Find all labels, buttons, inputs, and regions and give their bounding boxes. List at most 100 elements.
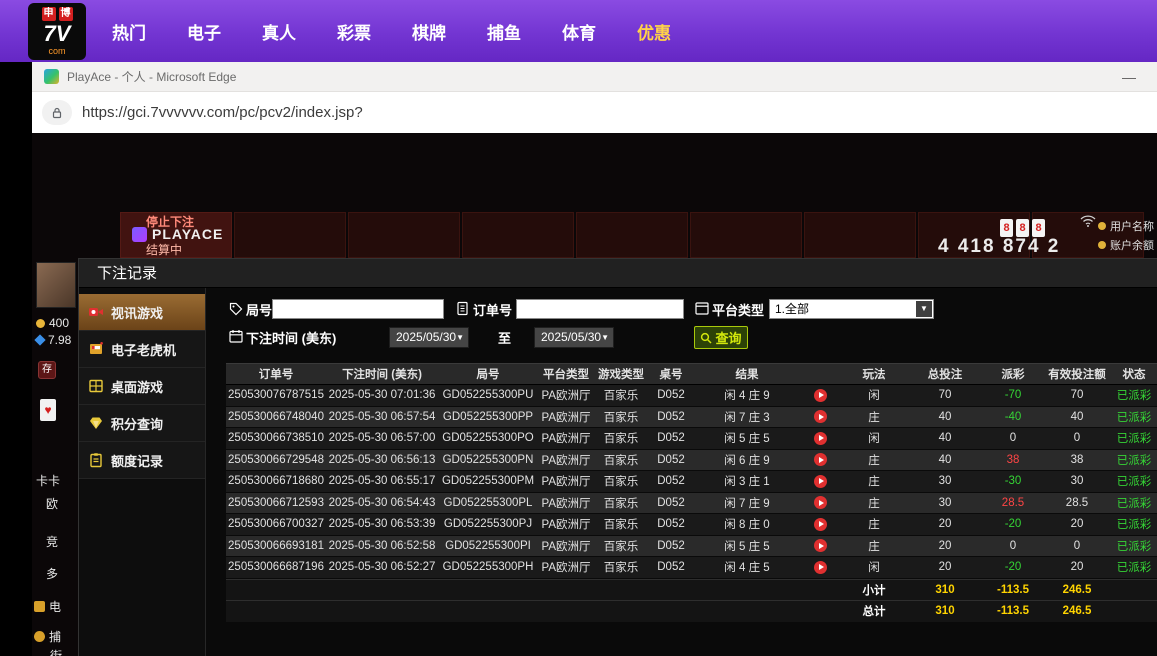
url-text[interactable]: https://gci.7vvvvvv.com/pc/pcv2/index.js…	[82, 104, 363, 121]
table-tile	[804, 212, 916, 258]
total-total-bet: 310	[908, 605, 982, 617]
site-logo[interactable]: 申 博 7V com	[28, 3, 86, 60]
deposit-icon: 存	[38, 361, 56, 379]
cell-order: 250530066687196	[226, 561, 326, 573]
sidebar-fragment[interactable]: 多	[46, 565, 58, 582]
play-video-button[interactable]	[814, 453, 827, 466]
nav-slots[interactable]: 电子	[187, 19, 221, 44]
play-video-button[interactable]	[814, 539, 827, 552]
order-icon	[456, 301, 469, 316]
logo-badges: 申 博	[28, 3, 86, 21]
cell-time: 2025-05-30 06:57:54	[326, 411, 438, 423]
playing-card: 8	[1032, 219, 1045, 237]
platform-select[interactable]: 1.全部 ▼	[769, 299, 934, 319]
cell-order: 250530066693181	[226, 540, 326, 552]
cell-valid: 0	[1044, 540, 1110, 552]
cell-bet: 庄	[840, 409, 908, 425]
tab-slot-machines[interactable]: 电子老虎机	[79, 331, 205, 368]
col-header-7: 结果	[694, 366, 800, 382]
address-bar[interactable]: https://gci.7vvvvvv.com/pc/pcv2/index.js…	[32, 92, 1157, 133]
nav-items: 热门 电子 真人 彩票 棋牌 捕鱼 体育 优惠	[112, 0, 671, 62]
cell-table: D052	[648, 411, 694, 423]
cell-valid: 20	[1044, 561, 1110, 573]
avatar[interactable]	[36, 262, 76, 308]
sidebar-fragment[interactable]: 欧	[46, 495, 58, 512]
bet-records-modal: 下注记录 视讯游戏电子老虎机桌面游戏积分查询额度记录 局号 订单号 平台类型 1…	[78, 258, 1157, 656]
sidebar-fragment[interactable]: 电	[34, 598, 61, 615]
clipboard-icon	[88, 452, 104, 468]
cell-platform: PA欧洲厅	[538, 538, 594, 554]
tab-quota-records[interactable]: 额度记录	[79, 442, 205, 479]
cell-total: 20	[908, 518, 982, 530]
cell-bet: 闲	[840, 430, 908, 446]
nav-fishing[interactable]: 捕鱼	[487, 19, 521, 44]
date-to-picker[interactable]: 2025/05/30 ▼	[534, 327, 614, 348]
cell-time: 2025-05-30 06:57:00	[326, 432, 438, 444]
sidebar-fragment[interactable]: 街	[50, 647, 62, 656]
sidebar-fragment-text: 7.98	[48, 333, 71, 347]
result-cards: 888	[1000, 219, 1045, 237]
tab-video-games[interactable]: 视讯游戏	[79, 294, 205, 331]
sidebar-fragment[interactable]: 400	[36, 316, 69, 330]
cell-time: 2025-05-30 06:52:27	[326, 561, 438, 573]
sidebar-fragment[interactable]: 存	[38, 361, 56, 379]
round-input[interactable]	[272, 299, 444, 319]
tab-table-games[interactable]: 桌面游戏	[79, 368, 205, 405]
date-from-picker[interactable]: 2025/05/30 ▼	[389, 327, 469, 348]
cell-bet: 庄	[840, 516, 908, 532]
nav-promo[interactable]: 优惠	[637, 19, 671, 44]
tab-points-query[interactable]: 积分查询	[79, 405, 205, 442]
cell-platform: PA欧洲厅	[538, 473, 594, 489]
site-info-button[interactable]	[42, 100, 72, 125]
nav-lottery[interactable]: 彩票	[337, 19, 371, 44]
total-valid-bet: 246.5	[1044, 605, 1110, 617]
cell-table: D052	[648, 432, 694, 444]
gsq-icon	[34, 601, 45, 612]
tab-label: 视讯游戏	[111, 303, 163, 322]
cell-table: D052	[648, 540, 694, 552]
nav-sports[interactable]: 体育	[562, 19, 596, 44]
col-header-2: 下注时间 (美东)	[326, 366, 438, 382]
nav-board[interactable]: 棋牌	[412, 19, 446, 44]
sidebar-fragment[interactable]: 捕	[34, 628, 61, 645]
total-row: 总计310-113.5246.5	[226, 600, 1157, 622]
nav-live[interactable]: 真人	[262, 19, 296, 44]
logo-text: 7V	[28, 21, 86, 47]
cell-result: 闲 3 庄 1	[694, 473, 800, 489]
cell-result: 闲 7 庄 3	[694, 409, 800, 425]
sidebar-fragment[interactable]: 卡卡	[36, 472, 60, 489]
sidebar-fragment[interactable]: 7.98	[36, 333, 71, 347]
bet-time-label: 下注时间 (美东)	[246, 328, 336, 347]
play-video-button[interactable]	[814, 518, 827, 531]
cell-platform: PA欧洲厅	[538, 495, 594, 511]
cell-result: 闲 7 庄 9	[694, 495, 800, 511]
play-video-button[interactable]	[814, 432, 827, 445]
total-payout: -113.5	[982, 605, 1044, 617]
table-row: 2505300666871962025-05-30 06:52:27GD0522…	[226, 557, 1157, 579]
modal-header: 下注记录	[79, 259, 1157, 288]
jackpot-number: 4 418 874 2	[938, 236, 1060, 258]
play-video-button[interactable]	[814, 561, 827, 574]
bet-table: 订单号下注时间 (美东)局号平台类型游戏类型桌号结果玩法总投注派彩有效投注额状态…	[226, 363, 1157, 622]
search-icon	[700, 332, 712, 344]
diamond-icon	[88, 415, 104, 431]
order-input[interactable]	[516, 299, 684, 319]
search-button[interactable]: 查询	[694, 326, 748, 349]
tag-icon	[229, 302, 243, 316]
modal-title: 下注记录	[79, 259, 1157, 288]
cell-table: D052	[648, 561, 694, 573]
cell-round: GD052255300PL	[438, 497, 538, 509]
chevron-down-icon: ▼	[916, 301, 932, 317]
play-video-button[interactable]	[814, 496, 827, 509]
play-video-button[interactable]	[814, 410, 827, 423]
play-video-button[interactable]	[814, 475, 827, 488]
play-video-button[interactable]	[814, 389, 827, 402]
cell-valid: 40	[1044, 411, 1110, 423]
table-row: 2505300667385102025-05-30 06:57:00GD0522…	[226, 428, 1157, 450]
minimize-button[interactable]: —	[1115, 69, 1143, 85]
sidebar-fragment[interactable]: 竞	[46, 533, 58, 550]
account-label-icon	[1098, 222, 1106, 230]
col-header-3: 局号	[438, 366, 538, 382]
nav-hot[interactable]: 热门	[112, 19, 146, 44]
cell-replay	[800, 475, 840, 488]
